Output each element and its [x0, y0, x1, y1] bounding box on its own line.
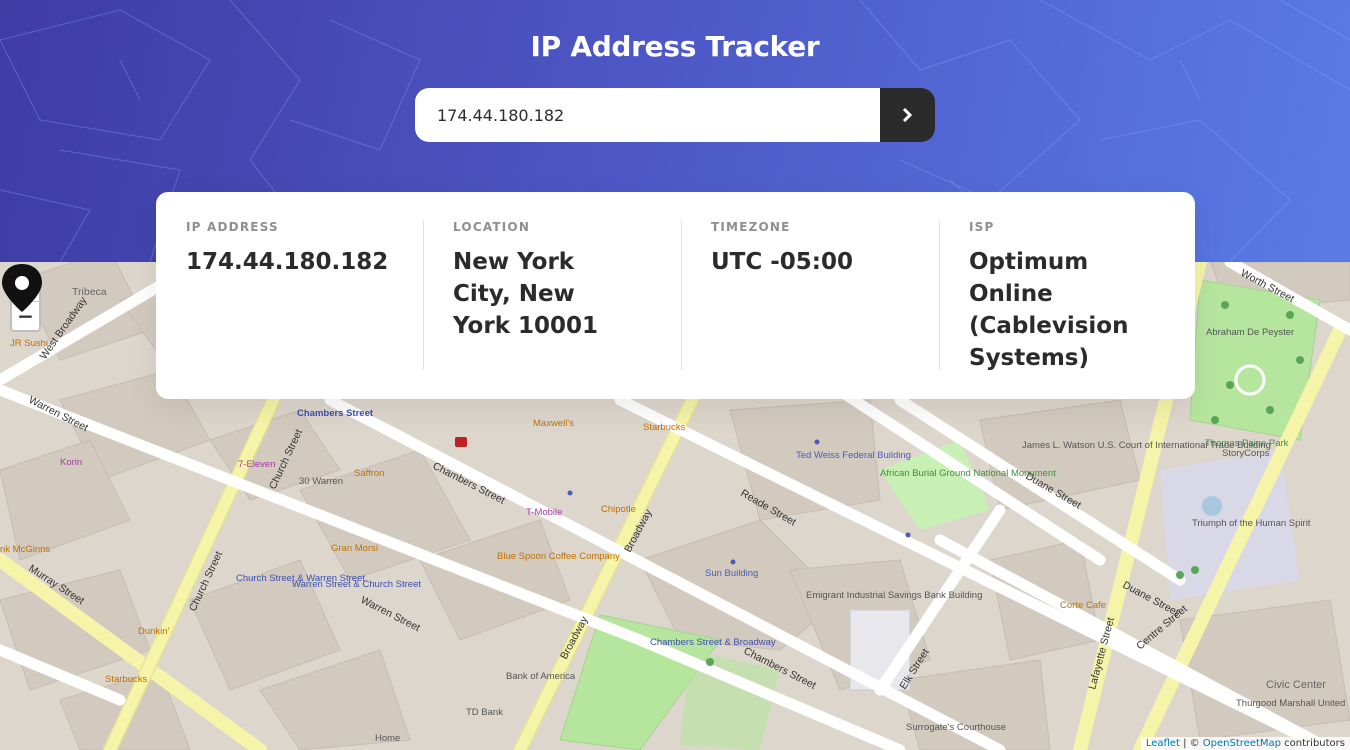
map-label-jr-sushi: JR Sushi	[10, 338, 48, 349]
map-label-maxwells: Maxwell's	[533, 418, 574, 429]
ip-address-label: IP ADDRESS	[186, 220, 279, 234]
search-submit-button[interactable]	[880, 88, 935, 142]
map-label-7eleven: 7-Eleven	[238, 459, 276, 470]
leaflet-link[interactable]: Leaflet	[1146, 738, 1180, 749]
osm-link[interactable]: OpenStreetMap	[1203, 738, 1281, 749]
ip-search-input[interactable]	[415, 88, 880, 142]
map-label-warren-church: Warren Street & Church Street	[292, 579, 421, 590]
map-label-abraham: Abraham De Peyster	[1206, 327, 1294, 338]
map-label-triumph: Triumph of the Human Spirit	[1192, 518, 1311, 529]
map-label-starbucks: Starbucks	[643, 422, 685, 433]
location-section: LOCATION New York City, New York 10001	[423, 220, 681, 399]
map-label-african-burial: African Burial Ground National Monument	[880, 468, 1056, 479]
map-label-td-bank: TD Bank	[466, 707, 503, 718]
map-label-30-warren: 30 Warren	[299, 476, 343, 487]
attribution-suffix: contributors	[1281, 738, 1345, 749]
map-label-thurgood: Thurgood Marshall United	[1236, 698, 1345, 709]
map-label-blue-spoon: Blue Spoon Coffee Company	[497, 551, 620, 562]
location-value: New York City, New York 10001	[453, 249, 599, 339]
ip-search-form	[415, 88, 935, 142]
ip-info-card: IP ADDRESS 174.44.180.182 LOCATION New Y…	[156, 192, 1195, 399]
map-label-saffron: Saffron	[354, 468, 384, 479]
map-label-corte-cafe: Corte Cafe	[1060, 600, 1106, 611]
map-label-korin: Korin	[60, 457, 82, 468]
ip-address-value: 174.44.180.182	[186, 249, 389, 275]
location-label: LOCATION	[453, 220, 531, 234]
timezone-label: TIMEZONE	[711, 220, 791, 234]
timezone-section: TIMEZONE UTC -05:00	[681, 220, 939, 399]
attribution-separator: | ©	[1179, 738, 1203, 749]
map-label-surrogates: Surrogate's Courthouse	[906, 722, 1006, 733]
map-attribution: Leaflet | © OpenStreetMap contributors	[1140, 737, 1350, 750]
page-title: IP Address Tracker	[530, 30, 820, 63]
chevron-right-icon	[902, 108, 913, 122]
map-label-ted-weiss: Ted Weiss Federal Building	[796, 450, 911, 461]
isp-section: ISP Optimum Online (Cablevision Systems)	[939, 220, 1195, 399]
map-label-home: Home	[375, 733, 400, 744]
isp-label: ISP	[969, 220, 995, 234]
map-label-tribeca: Tribeca	[72, 286, 107, 298]
map-label-gran-morsi: Gran Morsi	[331, 543, 378, 554]
map-label-chambers-broadway: Chambers Street & Broadway	[650, 637, 776, 648]
map-label-chambers-station: Chambers Street	[297, 408, 374, 419]
map-label-dunkin: Dunkin'	[138, 626, 170, 637]
map-label-civic-center: Civic Center	[1266, 679, 1326, 691]
map-label-chipotle: Chipotle	[601, 504, 636, 515]
map-label-mcginns: nk McGinns	[0, 544, 50, 555]
timezone-value: UTC -05:00	[711, 249, 854, 275]
map-label-starbucks-2: Starbucks	[105, 674, 147, 685]
map-label-bank-of-america: Bank of America	[506, 671, 576, 682]
map-label-james-watson: James L. Watson U.S. Court of Internatio…	[1022, 440, 1271, 451]
map-label-tmobile: T-Mobile	[526, 507, 562, 518]
isp-value: Optimum Online (Cablevision Systems)	[969, 249, 1129, 371]
location-pin-icon[interactable]	[0, 262, 44, 314]
map-label-sun-building: Sun Building	[705, 568, 758, 579]
map-label-emigrant: Emigrant Industrial Savings Bank Buildin…	[806, 590, 982, 601]
ip-address-section: IP ADDRESS 174.44.180.182	[156, 220, 423, 399]
